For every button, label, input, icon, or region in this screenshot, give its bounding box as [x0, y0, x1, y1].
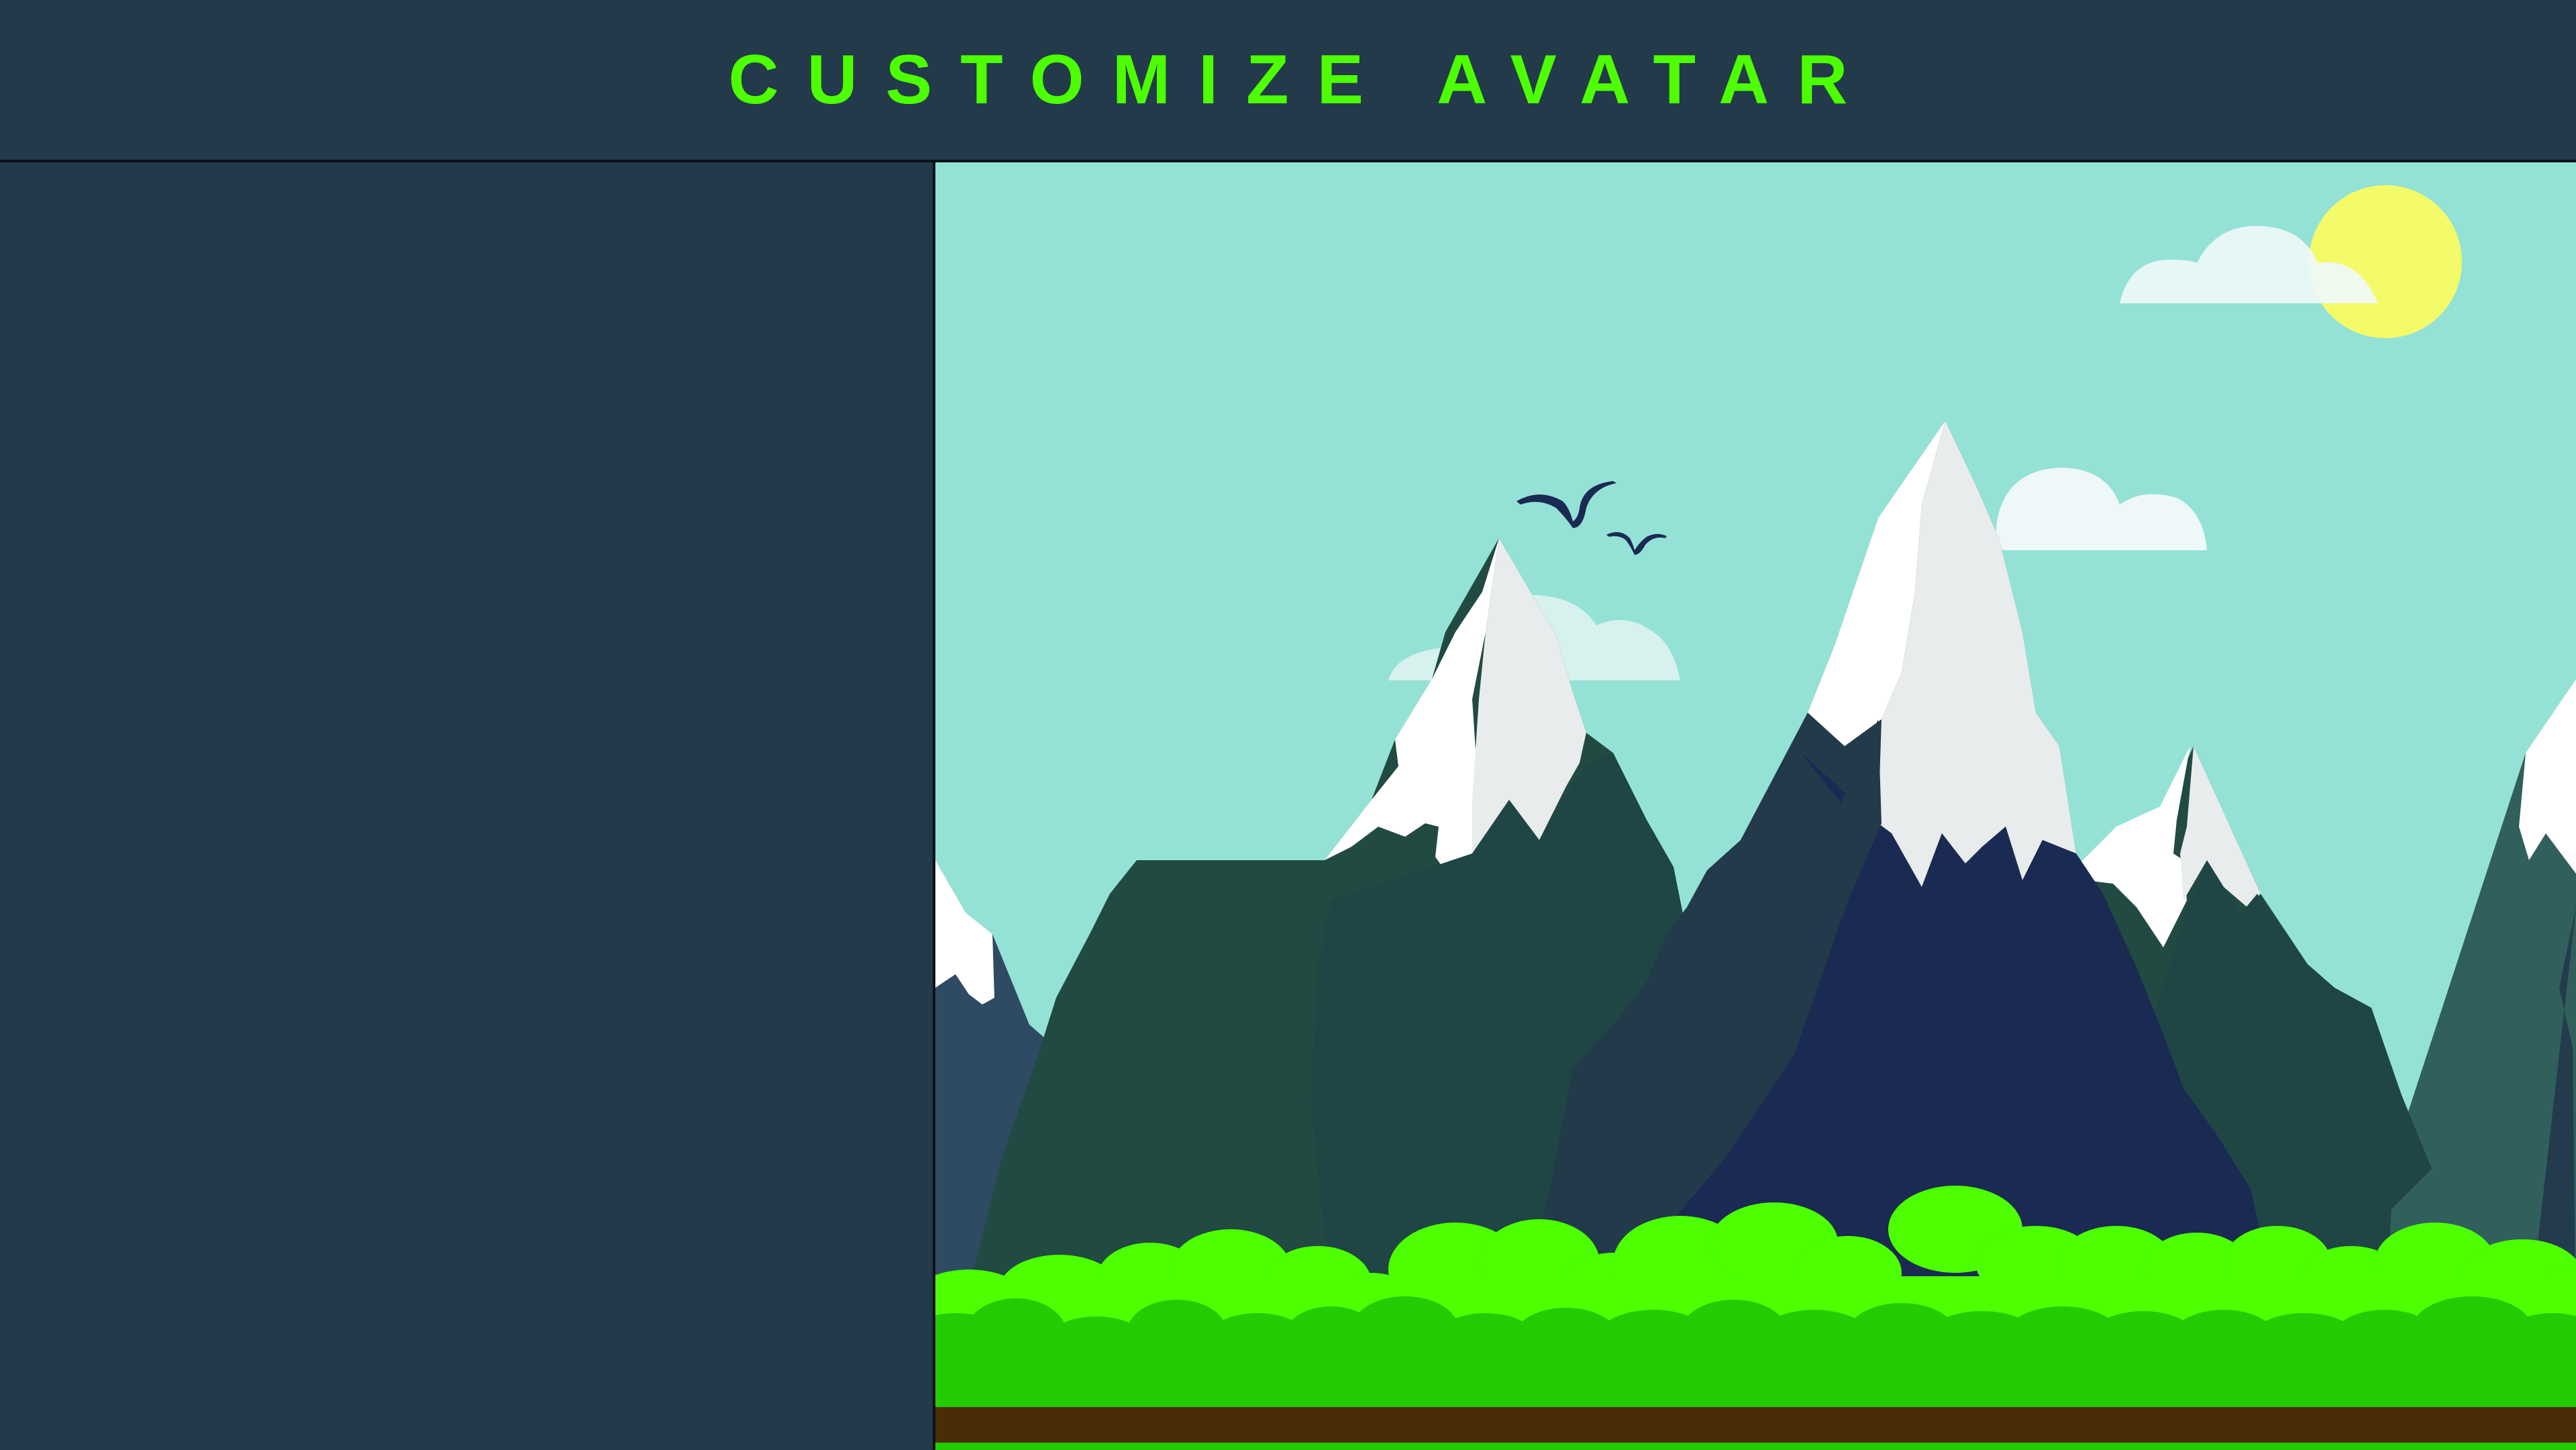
- sun: [2309, 185, 2462, 338]
- avatar-preview-scene: [935, 162, 2576, 1450]
- header-bar: CUSTOMIZE AVATAR: [0, 0, 2576, 162]
- soil: [935, 1407, 2576, 1444]
- avatar-options-panel: [0, 162, 935, 1450]
- ground-grass: [935, 1443, 2576, 1450]
- page-title: CUSTOMIZE AVATAR: [728, 40, 1876, 119]
